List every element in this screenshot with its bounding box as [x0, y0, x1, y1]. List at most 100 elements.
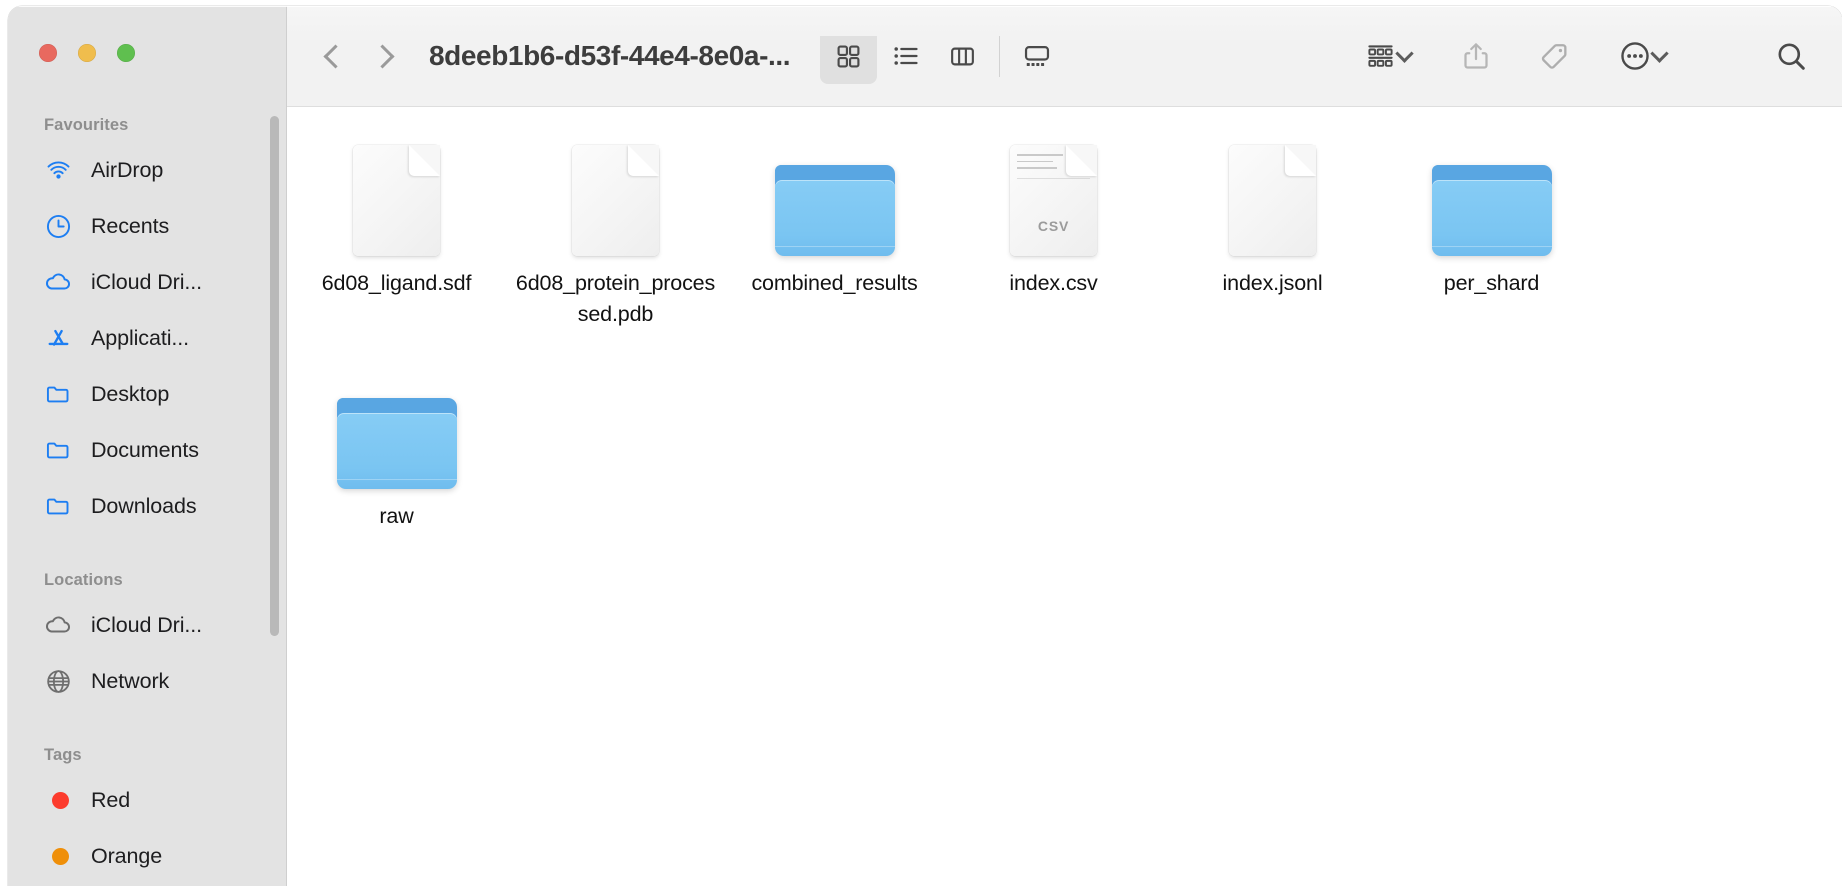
sidebar: Favourites AirDrop Recents iCloud Dri...…: [8, 6, 287, 886]
sidebar-item-airdrop[interactable]: AirDrop: [8, 142, 286, 198]
sidebar-item-downloads[interactable]: Downloads: [8, 478, 286, 534]
list-icon: [894, 47, 918, 65]
toolbar-divider: [999, 35, 1001, 77]
file-icon: [336, 367, 458, 489]
document-icon: [353, 145, 440, 256]
file-icon: CSV: [993, 134, 1115, 256]
sidebar-item-icloud-drive[interactable]: iCloud Dri...: [8, 254, 286, 310]
more-actions-button[interactable]: [1605, 29, 1679, 84]
file-label: per_shard: [1443, 271, 1540, 295]
file-label: 6d08_ligand.sdf: [321, 271, 472, 295]
tag-dot-orange-icon: [44, 842, 72, 870]
file-label: index.jsonl: [1222, 271, 1323, 295]
sidebar-item-label: Network: [91, 668, 170, 693]
sidebar-item-recents[interactable]: Recents: [8, 198, 286, 254]
grid-icon: [837, 45, 860, 67]
folder-icon: [44, 436, 72, 464]
folder-icon: [44, 492, 72, 520]
sidebar-item-label: iCloud Dri...: [91, 612, 203, 637]
file-icon: [336, 134, 458, 256]
cloud-icon: [44, 268, 72, 296]
close-button[interactable]: [39, 44, 57, 62]
preview-rule: [1017, 178, 1090, 179]
file-item-raw[interactable]: raw: [287, 362, 506, 532]
folder-icon: [1431, 165, 1552, 256]
file-type-badge: CSV: [1037, 218, 1070, 234]
sidebar-item-label: Recents: [91, 213, 170, 238]
sidebar-section-tags: Tags: [44, 746, 82, 764]
sidebar-item-icloud-drive-location[interactable]: iCloud Dri...: [8, 597, 286, 653]
appstore-icon: [44, 324, 72, 352]
folder-icon: [336, 398, 457, 489]
sidebar-item-documents[interactable]: Documents: [8, 422, 286, 478]
forward-button[interactable]: [359, 30, 411, 82]
file-item-per-shard[interactable]: per_shard: [1382, 129, 1601, 330]
file-item-6d08-protein-processed-pdb[interactable]: 6d08_protein_processed.pdb: [506, 129, 725, 330]
group-by-button[interactable]: [1351, 29, 1425, 84]
column-view-button[interactable]: [934, 29, 991, 84]
tag-dot-red-icon: [44, 786, 72, 814]
page-fold: [1066, 145, 1097, 176]
chevron-down-icon: [1649, 43, 1669, 63]
clock-icon: [44, 212, 72, 240]
chevron-down-icon: [1395, 43, 1414, 63]
file-label: raw: [379, 504, 414, 528]
minimize-button[interactable]: [78, 44, 96, 62]
folder-icon: [44, 380, 72, 408]
sidebar-section-favourites: Favourites: [44, 116, 129, 134]
gallery-view-button[interactable]: [1008, 29, 1065, 84]
page-fold: [628, 145, 659, 176]
view-switcher: [820, 28, 1065, 84]
page-fold: [409, 145, 440, 176]
sidebar-item-desktop[interactable]: Desktop: [8, 366, 286, 422]
page-fold: [1285, 145, 1316, 176]
sidebar-scrollbar[interactable]: [270, 116, 279, 636]
main-area: 8deeb1b6-d53f-44e4-8e0a-... 6d08_ligand.…: [287, 6, 1842, 886]
ellipsis-circle-icon: [1620, 42, 1649, 70]
sidebar-item-label: Documents: [91, 437, 199, 462]
page-title: 8deeb1b6-d53f-44e4-8e0a-...: [429, 40, 791, 71]
share-button[interactable]: [1447, 29, 1504, 84]
chevron-left-icon: [323, 43, 348, 69]
chevron-right-icon: [370, 43, 395, 69]
file-item-index-jsonl[interactable]: index.jsonl: [1163, 129, 1382, 330]
sidebar-item-tag-orange[interactable]: Orange: [8, 828, 286, 884]
back-button[interactable]: [307, 30, 359, 82]
sidebar-item-applications[interactable]: Applicati...: [8, 310, 286, 366]
cloud-icon: [44, 611, 72, 639]
file-label: index.csv: [1009, 271, 1098, 295]
file-row: raw: [287, 362, 1842, 532]
group-icon: [1368, 44, 1393, 67]
sidebar-item-label: Downloads: [91, 493, 197, 518]
airdrop-icon: [44, 156, 72, 184]
share-icon: [1463, 43, 1488, 69]
sidebar-item-tag-red[interactable]: Red: [8, 772, 286, 828]
file-grid[interactable]: 6d08_ligand.sdf 6d08_protein_processed.p…: [287, 107, 1842, 886]
maximize-button[interactable]: [117, 44, 135, 62]
file-icon: [555, 134, 677, 256]
gallery-icon: [1024, 46, 1049, 67]
tag-icon: [1541, 43, 1567, 69]
icon-view-button[interactable]: [820, 28, 878, 84]
sidebar-section-locations: Locations: [44, 571, 123, 589]
toolbar: 8deeb1b6-d53f-44e4-8e0a-...: [287, 6, 1842, 107]
search-icon: [1778, 43, 1805, 70]
file-item-index-csv[interactable]: CSV index.csv: [944, 129, 1163, 330]
file-item-combined-results[interactable]: combined_results: [725, 129, 944, 330]
document-icon-csv: CSV: [1010, 145, 1097, 256]
sidebar-item-label: Applicati...: [91, 325, 189, 350]
sidebar-item-label: Orange: [91, 843, 163, 868]
tags-button[interactable]: [1526, 29, 1583, 84]
finder-window: Favourites AirDrop Recents iCloud Dri...…: [8, 6, 1842, 886]
sidebar-item-network[interactable]: Network: [8, 653, 286, 709]
list-view-button[interactable]: [877, 29, 934, 84]
file-item-6d08-ligand-sdf[interactable]: 6d08_ligand.sdf: [287, 129, 506, 330]
document-icon: [572, 145, 659, 256]
search-button[interactable]: [1763, 29, 1820, 84]
file-icon: [1212, 134, 1334, 256]
file-row: 6d08_ligand.sdf 6d08_protein_processed.p…: [287, 129, 1842, 330]
globe-icon: [44, 667, 72, 695]
sidebar-scroll-area: Favourites AirDrop Recents iCloud Dri...…: [8, 101, 286, 886]
document-icon: [1229, 145, 1316, 256]
sidebar-item-label: Desktop: [91, 381, 170, 406]
